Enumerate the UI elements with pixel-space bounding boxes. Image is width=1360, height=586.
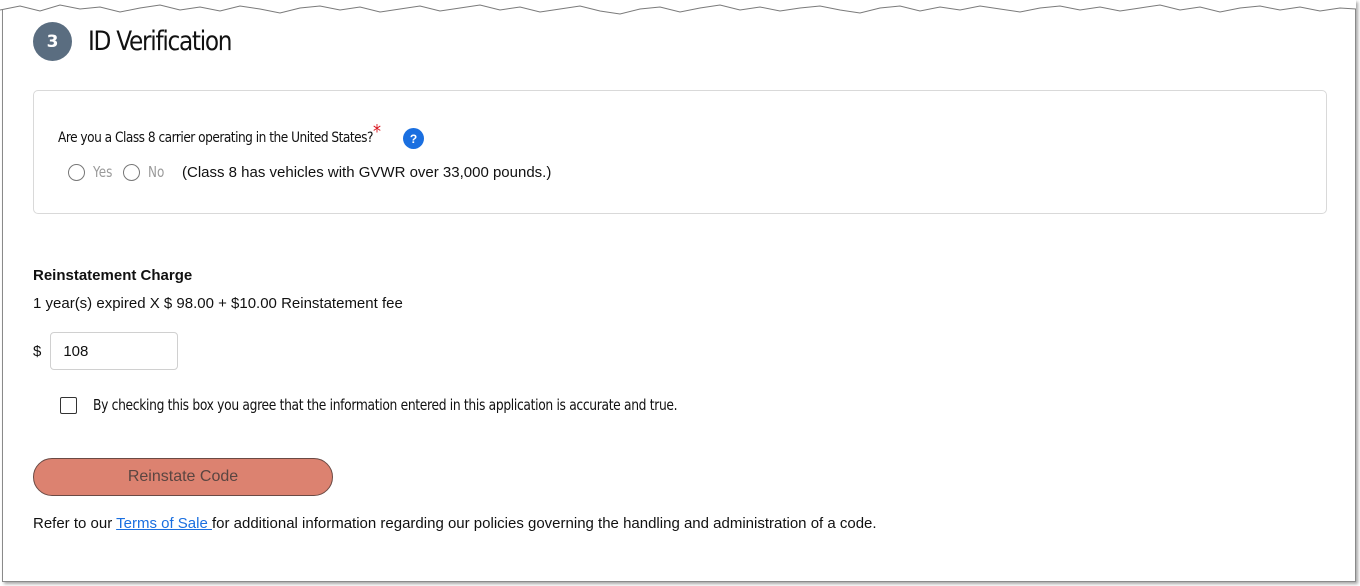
step-header: 3 ID Verification <box>33 22 255 61</box>
amount-row: $ <box>33 332 179 370</box>
amount-input[interactable] <box>50 332 179 370</box>
reinstatement-title: Reinstatement Charge <box>33 267 193 284</box>
radio-no-label[interactable]: No <box>148 163 172 181</box>
page: 3 ID Verification Are you a Class 8 carr… <box>0 0 1360 586</box>
required-indicator: * <box>372 121 381 143</box>
agreement-checkbox[interactable] <box>60 396 77 414</box>
agreement-row: By checking this box you agree that the … <box>60 396 806 414</box>
torn-edge <box>0 0 1356 15</box>
carrier-radio-group: Yes No (Class 8 has vehicles with GVWR o… <box>68 161 551 183</box>
terms-of-sale-link[interactable]: Terms of Sale <box>116 515 212 532</box>
radio-yes[interactable] <box>68 163 85 181</box>
step-number-badge: 3 <box>33 22 72 61</box>
help-icon[interactable]: ? <box>403 128 424 149</box>
reinstate-code-button[interactable]: Reinstate Code <box>33 458 333 496</box>
step-title: ID Verification <box>88 26 233 57</box>
radio-yes-label[interactable]: Yes <box>93 163 117 181</box>
radio-no[interactable] <box>123 163 140 181</box>
currency-symbol: $ <box>33 342 42 360</box>
footer-suffix: for additional information regarding our… <box>211 515 877 532</box>
carrier-question-label: Are you a Class 8 carrier operating in t… <box>58 121 381 147</box>
carrier-question-box: Are you a Class 8 carrier operating in t… <box>33 90 1327 214</box>
reinstatement-detail: 1 year(s) expired X $ 98.00 + $10.00 Rei… <box>33 295 403 312</box>
class-8-note: (Class 8 has vehicles with GVWR over 33,… <box>182 163 552 181</box>
terms-footer: Refer to our Terms of Sale for additiona… <box>33 515 877 532</box>
agreement-label[interactable]: By checking this box you agree that the … <box>93 396 678 414</box>
question-text: Are you a Class 8 carrier operating in t… <box>58 130 373 146</box>
footer-prefix: Refer to our <box>33 515 117 532</box>
